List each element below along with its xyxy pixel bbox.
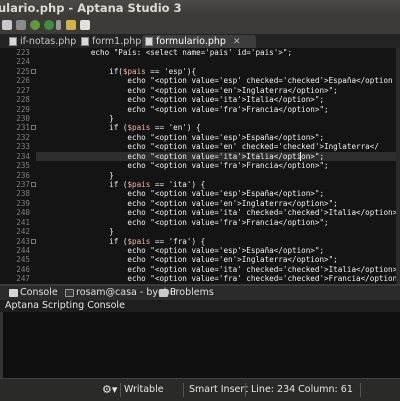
line-number: 237	[0, 180, 30, 189]
console-scrollbar[interactable]	[0, 312, 3, 378]
line-number: 228	[0, 95, 30, 104]
panel-tab-label: Problems	[170, 287, 214, 298]
code-line[interactable]: echo "<option value='en' checked='checke…	[36, 142, 400, 151]
status-divider	[183, 383, 184, 397]
line-number: 243	[0, 237, 30, 246]
line-number: 247	[0, 274, 30, 283]
status-bar: ⚙▾ Writable Smart Insert Line: 234 Colum…	[0, 378, 400, 401]
line-number: 234	[0, 152, 30, 161]
code-line[interactable]: echo "<option value='en'>Inglaterra</opt…	[36, 86, 400, 95]
line-number: 223	[0, 48, 30, 57]
line-number: 227	[0, 86, 30, 95]
window-titlebar: ulario.php - Aptana Studio 3	[0, 0, 400, 17]
terminal-icon[interactable]	[80, 20, 90, 30]
console-icon	[9, 289, 18, 297]
code-line[interactable]	[36, 57, 400, 66]
code-line[interactable]: echo "<option value='ita' checked='check…	[36, 208, 400, 217]
line-number: 246	[0, 265, 30, 274]
main-toolbar	[0, 17, 400, 35]
tab-label: formulario.php	[156, 36, 226, 47]
cursor-position: Line: 234 Column: 61	[251, 379, 353, 400]
code-line[interactable]: echo "<option value='en'>Inglaterra</opt…	[36, 199, 400, 208]
code-line[interactable]: if ($pais == 'fra') {	[36, 237, 400, 246]
tab-formulario[interactable]: formulario.php ✕	[142, 35, 256, 48]
problems-icon	[159, 289, 168, 297]
tab-problems[interactable]: Problems	[156, 286, 214, 300]
line-number: 226	[0, 76, 30, 85]
line-number: 241	[0, 218, 30, 227]
status-divider	[245, 383, 246, 397]
line-number: 245	[0, 255, 30, 264]
console-output[interactable]	[0, 312, 400, 378]
status-divider	[120, 383, 121, 397]
line-number: 236	[0, 171, 30, 180]
code-line[interactable]: if ($pais == 'ita') {	[36, 180, 400, 189]
terminal-icon	[65, 289, 74, 297]
code-line[interactable]: }	[36, 171, 400, 180]
code-line[interactable]: echo "<option value='ita'>Italia</option…	[36, 95, 400, 104]
code-line[interactable]: echo "<option value='fra'>Francia</optio…	[36, 105, 400, 114]
tab-label: form1.php	[92, 36, 141, 47]
tab-console[interactable]: Console	[6, 286, 58, 300]
line-number: 238	[0, 189, 30, 198]
code-line[interactable]: echo "<option value='ita' checked='check…	[36, 265, 400, 274]
code-line[interactable]: echo "<option value='esp'>España</option…	[36, 246, 400, 255]
tab-if-notas[interactable]: if-notas.php	[6, 35, 76, 48]
code-line[interactable]: echo "<option value='esp' checked='check…	[36, 76, 400, 85]
line-number: 235	[0, 161, 30, 170]
line-number: 232	[0, 133, 30, 142]
line-number: 242	[0, 227, 30, 236]
gear-icon[interactable]: ⚙▾	[102, 379, 117, 400]
code-line[interactable]: echo "<option value='ita'>Italia</option…	[36, 152, 400, 161]
php-file-icon	[9, 37, 17, 46]
line-number: 239	[0, 199, 30, 208]
new-file-icon[interactable]	[2, 20, 12, 30]
code-line[interactable]: echo "<option value='esp'>España</option…	[36, 189, 400, 198]
run-icon[interactable]	[44, 20, 54, 30]
panel-tab-label: Console	[20, 287, 58, 298]
code-line[interactable]: echo "<option value='en'>Inglaterra</opt…	[36, 255, 400, 264]
chevron-down-icon[interactable]	[56, 20, 61, 30]
console-title: Aptana Scripting Console	[0, 300, 400, 312]
php-file-icon	[145, 37, 153, 46]
window-title: ulario.php - Aptana Studio 3	[0, 0, 182, 17]
php-file-icon	[81, 37, 89, 46]
tab-label: if-notas.php	[20, 36, 76, 47]
code-line[interactable]: echo "<option value='fra'>Francia</optio…	[36, 218, 400, 227]
line-number: 230	[0, 114, 30, 123]
code-line[interactable]: echo "<option value='fra' checked='check…	[36, 274, 400, 283]
overview-ruler[interactable]	[396, 48, 400, 284]
status-divider	[360, 383, 361, 397]
line-number: 233	[0, 142, 30, 151]
save-icon[interactable]	[16, 20, 26, 30]
line-number: 240	[0, 208, 30, 217]
debug-icon[interactable]	[30, 20, 40, 30]
code-line[interactable]: echo "<option value='esp'>España</option…	[36, 133, 400, 142]
insert-mode: Smart Insert	[189, 379, 248, 400]
code-line[interactable]: }	[36, 114, 400, 123]
line-number: 224	[0, 57, 30, 66]
editor-tabs: if-notas.php form1.php formulario.php ✕	[0, 34, 400, 48]
line-number: 231	[0, 123, 30, 132]
panel-tabs: Console rosam@casa - byobu Problems	[0, 286, 400, 300]
close-icon[interactable]: ✕	[233, 37, 241, 47]
code-line[interactable]: echo "País: <select name='pais' id='pais…	[36, 48, 400, 57]
line-number: 225	[0, 67, 30, 76]
code-line[interactable]: echo "<option value='fra'>Francia</optio…	[36, 161, 400, 170]
line-number: 229	[0, 105, 30, 114]
code-line[interactable]: }	[36, 227, 400, 236]
tab-form1[interactable]: form1.php	[78, 35, 141, 48]
deploy-icon[interactable]	[66, 20, 76, 30]
text-cursor	[300, 152, 301, 161]
code-editor[interactable]: 223 echo "País: <select name='pais' id='…	[0, 48, 400, 284]
write-mode: Writable	[124, 379, 164, 400]
code-line[interactable]: if ($pais == 'en') {	[36, 123, 400, 132]
code-line[interactable]: if($pais == 'esp'){	[36, 67, 400, 76]
line-number: 244	[0, 246, 30, 255]
